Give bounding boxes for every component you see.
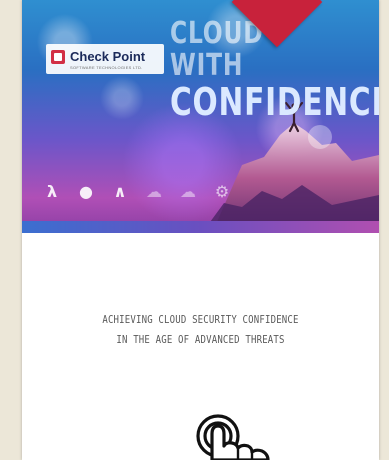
check-point-logo-icon [51,50,65,64]
pointing-hand-icon [196,414,270,460]
cloud-icon: ☁ [146,181,162,201]
check-point-logo: Check Point SOFTWARE TECHNOLOGIES LTD. [46,44,164,74]
cover-headline: CLOUD WITH CONFIDENCE [170,16,379,124]
cover-bottom-band [22,221,379,233]
circle-icon: ● [79,181,93,201]
cloud-icon: ☁ [180,181,196,201]
headline-line-1: CLOUD WITH [170,16,264,83]
subtitle-line-1: ACHIEVING CLOUD SECURITY CONFIDENCE [102,314,299,326]
brand-name: Check Point [70,49,146,64]
gear-icon: ⚙ [214,181,230,201]
document-thumbnail[interactable]: Check Point SOFTWARE TECHNOLOGIES LTD. C… [22,0,379,460]
cloud-services-icon-row: λ ● ∧ ☁ ☁ ⚙ [42,181,232,201]
document-subtitle: ACHIEVING CLOUD SECURITY CONFIDENCE IN T… [47,310,354,350]
subtitle-line-2: IN THE AGE OF ADVANCED THREATS [116,334,285,346]
brand-tagline: SOFTWARE TECHNOLOGIES LTD. [70,65,143,70]
caret-icon: ∧ [113,181,127,201]
cover-image: Check Point SOFTWARE TECHNOLOGIES LTD. C… [22,0,379,233]
headline-line-2: CONFIDENCE [170,80,379,124]
lambda-icon: λ [46,181,58,201]
